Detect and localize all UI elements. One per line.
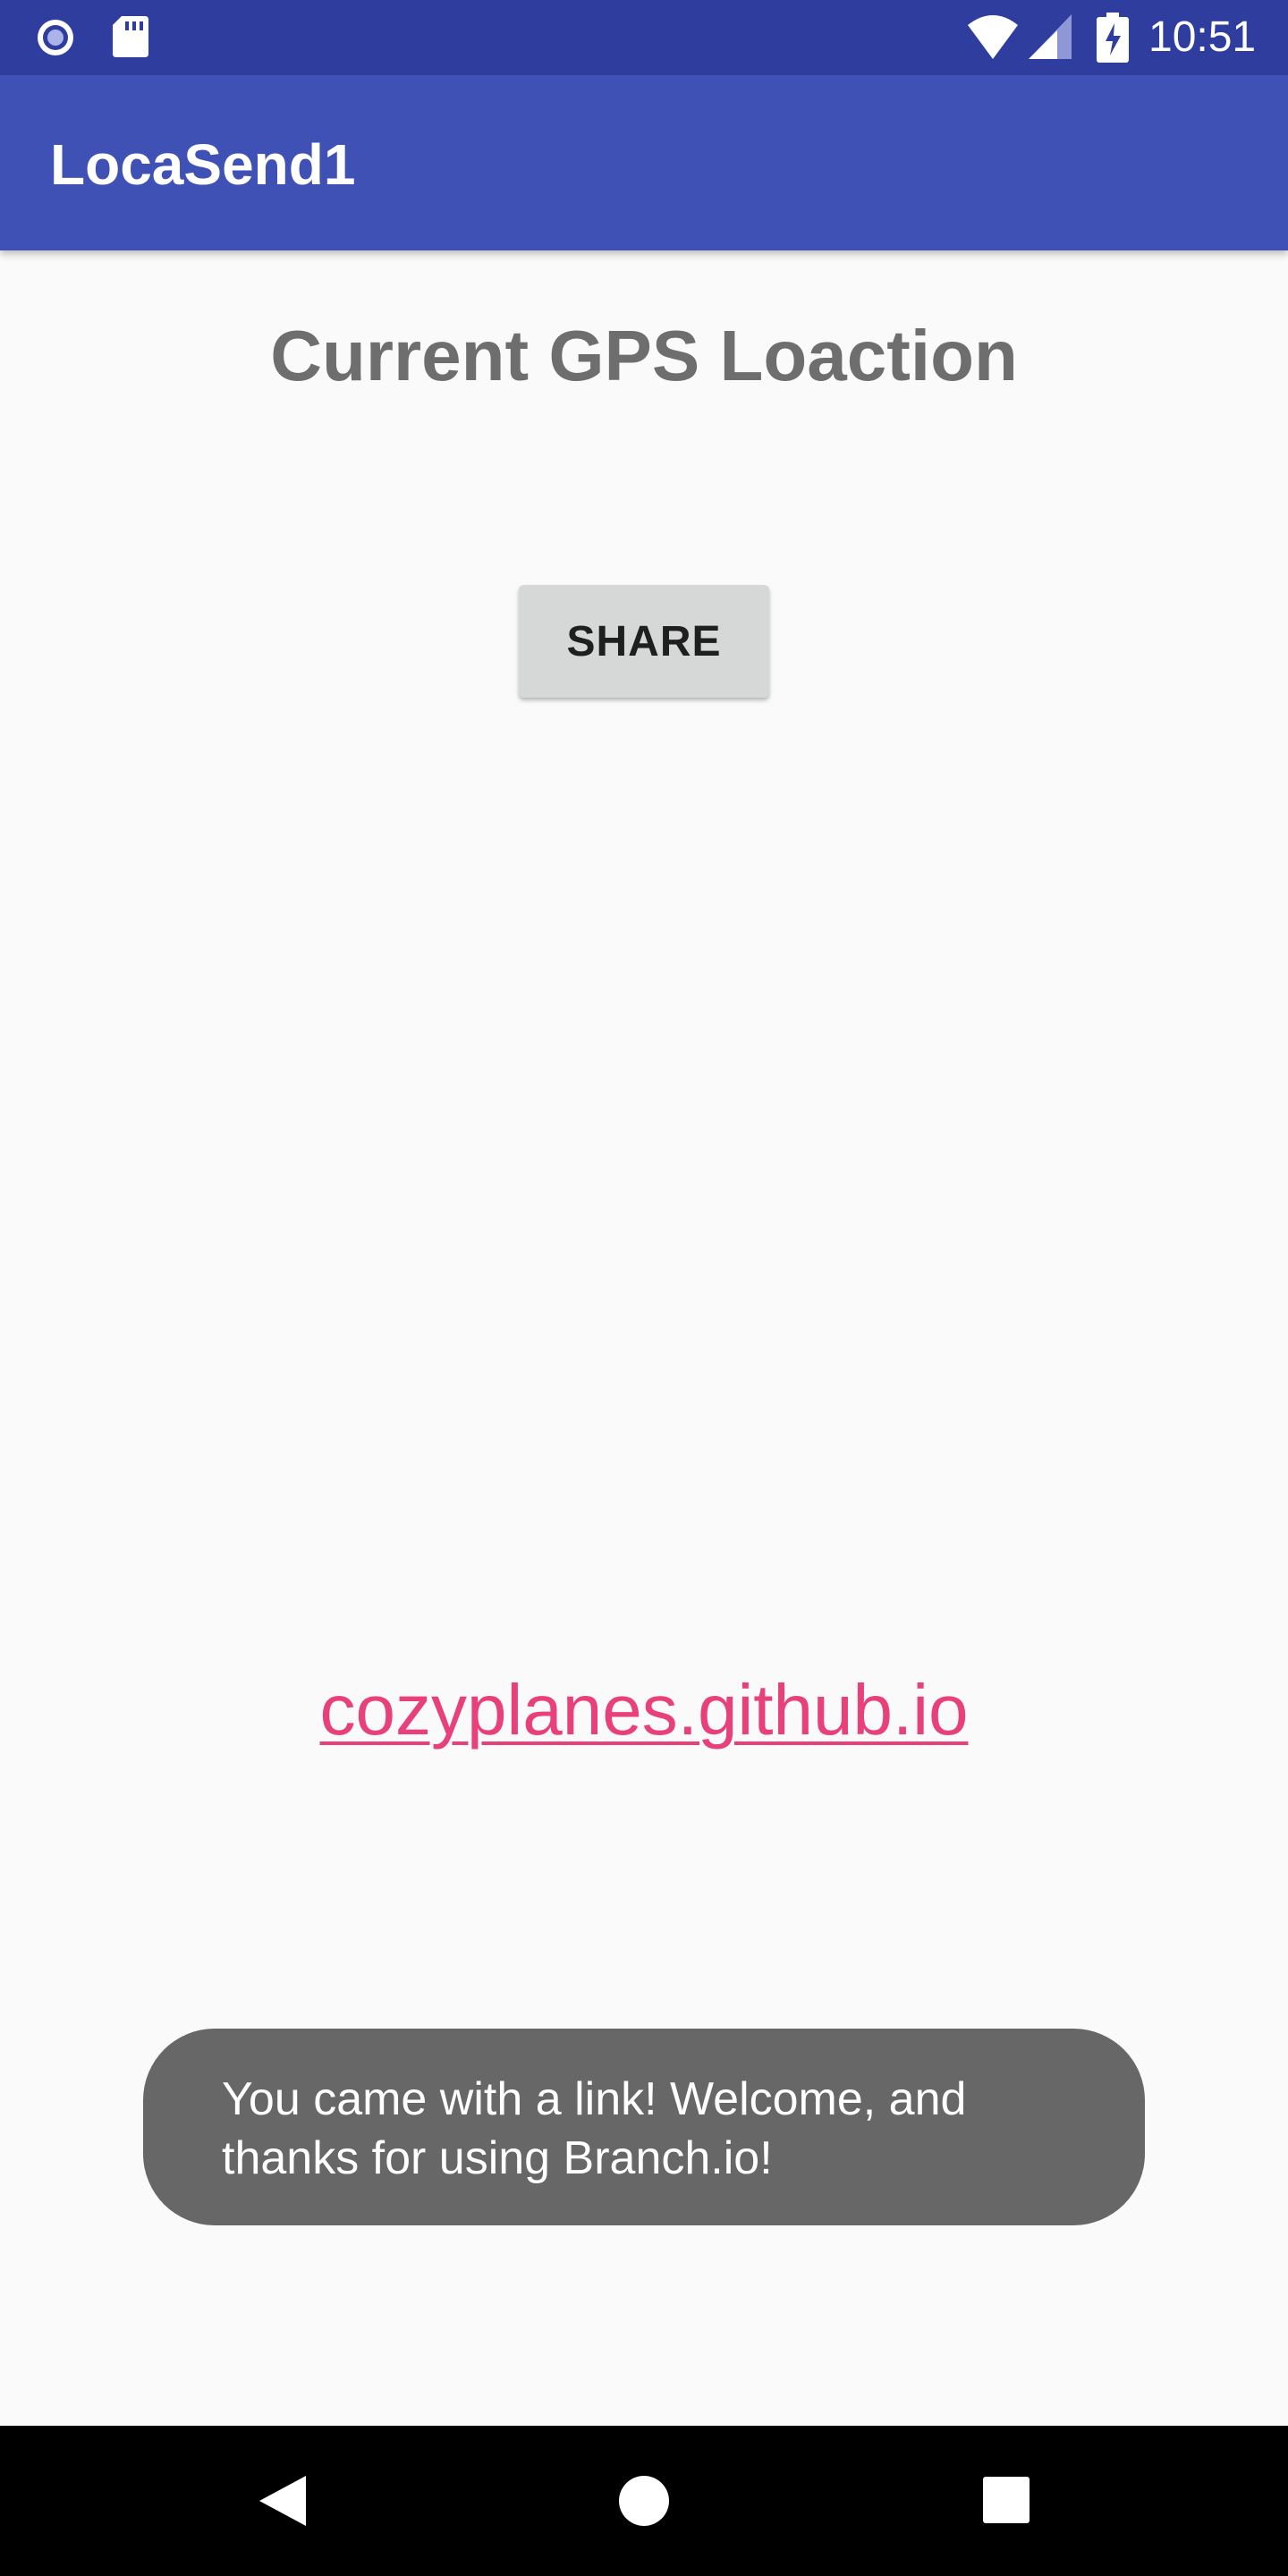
app-title: LocaSend1 [50,132,356,197]
battery-charging-icon [1097,13,1129,63]
share-button[interactable]: SHARE [519,585,769,698]
back-icon[interactable] [256,2472,309,2529]
app-bar: LocaSend1 [0,75,1288,250]
wifi-icon [968,15,1018,59]
cell-signal-icon [1029,14,1072,59]
toast-message: You came with a link! Welcome, and thank… [143,2029,1145,2225]
toast-text: You came with a link! Welcome, and thank… [222,2073,967,2184]
navigation-bar [0,2426,1288,2576]
page-heading: Current GPS Loaction [270,316,1018,395]
home-icon[interactable] [617,2474,671,2528]
sd-card-icon [113,16,148,57]
status-time: 10:51 [1148,13,1257,61]
status-bar: 10:51 [0,0,1288,75]
recents-icon[interactable] [982,2476,1030,2524]
radio-notification-icon [38,20,73,55]
app-screen: 10:51 LocaSend1 Current GPS Loaction SHA… [0,0,1288,2576]
website-link[interactable]: cozyplanes.github.io [0,1665,1288,1755]
